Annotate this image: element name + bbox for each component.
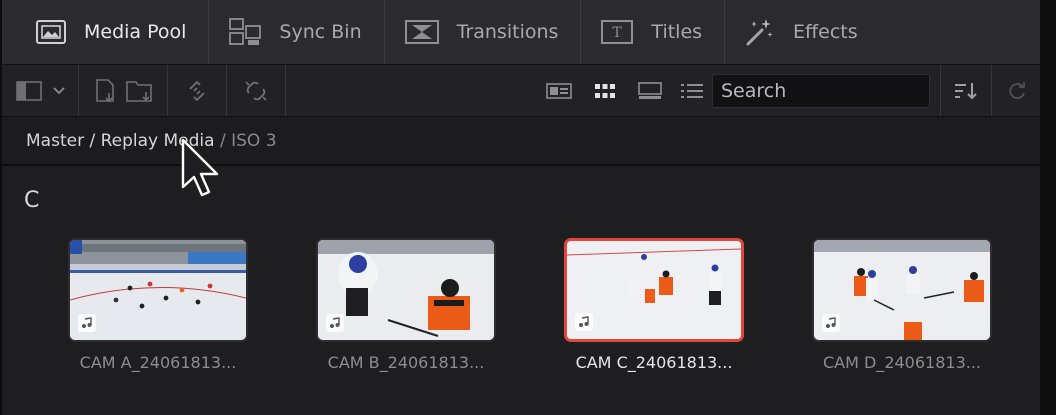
rink-action-thumbnail: [567, 241, 741, 339]
import-group: [79, 65, 168, 116]
refresh-icon: [1009, 81, 1025, 99]
sort-button[interactable]: [949, 74, 983, 108]
filmstrip-view-icon: [638, 81, 662, 99]
sync-bin-icon: [229, 18, 262, 45]
unlink-icon: [245, 80, 267, 101]
tab-label: Titles: [651, 21, 703, 43]
chevron-down-icon: [53, 86, 65, 94]
filmstrip-view-button[interactable]: [628, 74, 672, 108]
unlink-button[interactable]: [239, 74, 273, 108]
clip-grid: C CAM A_24061813... CAM B_24061813... CA…: [2, 168, 1042, 415]
import-folder-icon: [126, 80, 152, 102]
clip-name: CAM A_24061813...: [79, 353, 237, 372]
list-view-icon: [681, 83, 703, 98]
effects-icon: [746, 19, 774, 46]
sync-button[interactable]: [180, 74, 214, 108]
rink-wide-thumbnail: [70, 240, 246, 340]
tab-label: Sync Bin: [279, 21, 362, 43]
sort-group: [940, 65, 992, 116]
music-note-icon: [82, 317, 92, 328]
clip-thumbnail-cam-a[interactable]: CAM A_24061813...: [68, 238, 248, 372]
metadata-view-button[interactable]: [536, 74, 582, 108]
import-file-icon: [96, 78, 114, 102]
mouse-pointer-icon: [181, 138, 219, 197]
window-edge: [1040, 0, 1056, 415]
sync-icon: [189, 80, 205, 101]
svg-text:T: T: [613, 25, 623, 41]
grid-icon: [595, 83, 615, 98]
breadcrumb-separator: /: [84, 130, 101, 151]
tab-media-pool[interactable]: Media Pool: [2, 0, 210, 64]
sidebar-toggle-icon: [16, 80, 42, 101]
tab-label: Effects: [793, 21, 858, 43]
sort-icon: [955, 82, 977, 99]
breadcrumb-current-bin: ISO 3: [231, 130, 277, 151]
metadata-view-icon: [546, 82, 572, 99]
clip-thumbnail: [316, 238, 496, 342]
panel-toggle-button[interactable]: [12, 74, 46, 108]
tab-label: Transitions: [456, 21, 559, 43]
rink-faceoff-thumbnail: [814, 240, 990, 340]
import-folder-button[interactable]: [123, 74, 157, 108]
view-mode-group: [536, 73, 930, 108]
clip-name: CAM C_24061813...: [575, 353, 733, 372]
tab-titles[interactable]: T Titles: [581, 0, 726, 64]
page-tab-bar: Media Pool Sync Bin Transitions T Titles…: [2, 0, 1042, 65]
rink-closeup-thumbnail: [318, 240, 494, 340]
tab-effects[interactable]: Effects: [725, 0, 880, 64]
refresh-group: [992, 65, 1042, 116]
transitions-icon: [404, 20, 439, 44]
clip-name: CAM D_24061813...: [822, 353, 982, 372]
titles-icon: T: [601, 20, 634, 44]
music-note-icon: [330, 317, 340, 328]
audio-clip-badge: [78, 314, 96, 332]
thumbnail-view-button[interactable]: [582, 74, 628, 108]
tab-label: Media Pool: [84, 21, 187, 43]
search-input[interactable]: [712, 73, 930, 108]
list-view-button[interactable]: [672, 74, 712, 108]
group-header: C: [24, 188, 40, 213]
media-pool-toolbar: [2, 65, 1042, 117]
clip-thumbnail: [68, 238, 248, 342]
music-note-icon: [826, 317, 836, 328]
breadcrumb: Master / Replay Media / ISO 3: [2, 117, 1042, 166]
clip-thumbnail-cam-d[interactable]: CAM D_24061813...: [812, 238, 992, 372]
clip-thumbnail: [564, 238, 744, 342]
audio-clip-badge: [822, 314, 840, 332]
audio-clip-badge: [575, 313, 593, 331]
import-media-button[interactable]: [89, 74, 123, 108]
link-group: [168, 65, 227, 116]
refresh-button[interactable]: [1000, 74, 1034, 108]
clip-thumbnail: [812, 238, 992, 342]
clip-thumbnail-cam-b[interactable]: CAM B_24061813...: [316, 238, 496, 372]
tab-sync-bin[interactable]: Sync Bin: [209, 0, 385, 64]
media-pool-icon: [36, 20, 66, 44]
panel-toggle-group: [2, 65, 79, 116]
breadcrumb-master[interactable]: Master: [26, 131, 84, 151]
audio-clip-badge: [326, 314, 344, 332]
clip-name: CAM B_24061813...: [327, 353, 485, 372]
unlink-group: [227, 65, 286, 116]
panel-dropdown-button[interactable]: [46, 74, 72, 108]
music-note-icon: [579, 316, 589, 327]
tab-transitions[interactable]: Transitions: [385, 0, 582, 64]
clip-thumbnail-cam-c[interactable]: CAM C_24061813...: [564, 238, 744, 372]
media-pool-window: Media Pool Sync Bin Transitions T Titles…: [0, 0, 1056, 415]
